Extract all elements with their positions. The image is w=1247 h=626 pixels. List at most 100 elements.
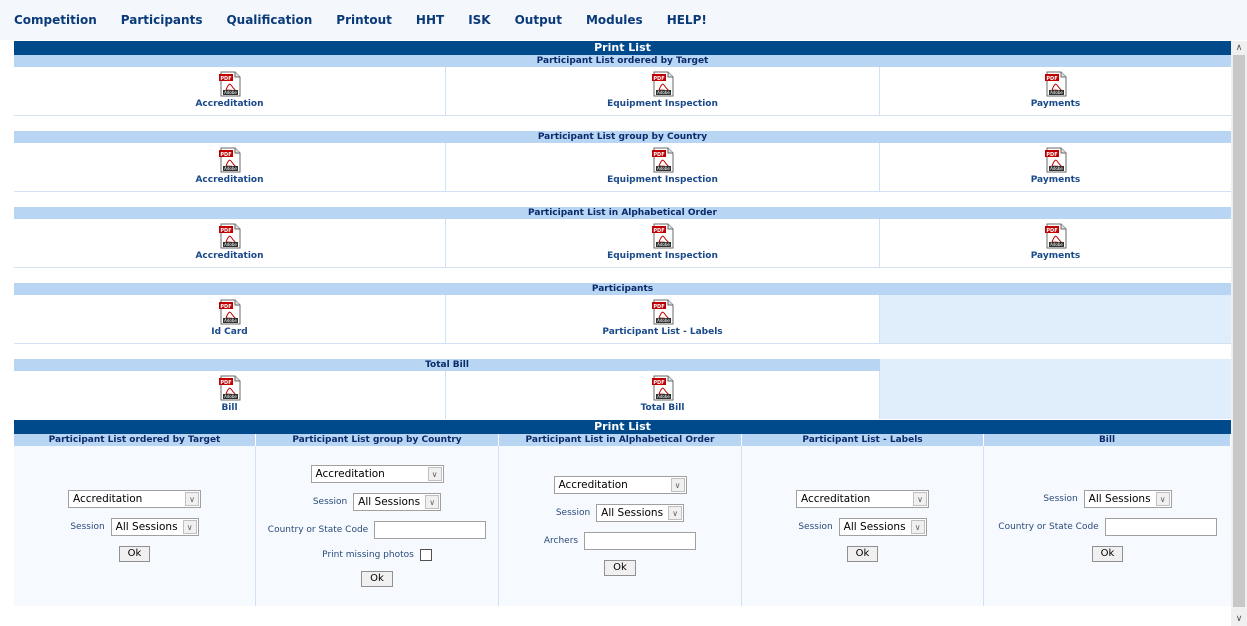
pdf-icon[interactable]: [219, 71, 241, 97]
vertical-scrollbar[interactable]: ∧ ∨: [1231, 41, 1247, 626]
pdf-link-label[interactable]: Equipment Inspection: [607, 175, 718, 185]
menu-help[interactable]: HELP!: [667, 13, 707, 27]
pdf-icon[interactable]: [652, 299, 674, 325]
scroll-down-icon[interactable]: ∨: [1231, 612, 1247, 626]
pdf-link-payments[interactable]: Payments: [880, 67, 1231, 115]
session-label: Session: [555, 508, 591, 518]
pdf-icon[interactable]: [652, 147, 674, 173]
pdf-link-label[interactable]: Equipment Inspection: [607, 99, 718, 109]
menu-isk[interactable]: ISK: [468, 13, 490, 27]
pdf-link-id-card[interactable]: Id Card: [14, 295, 446, 343]
session-select-value: All Sessions: [601, 507, 664, 519]
session-label: Session: [312, 497, 348, 507]
session-label: Session: [798, 522, 833, 532]
section-heading: Participant List in Alphabetical Order: [14, 207, 1231, 219]
pdf-link-label[interactable]: Payments: [1031, 99, 1081, 109]
pdf-link-total-bill[interactable]: Total Bill: [446, 371, 880, 419]
report-select[interactable]: Accreditation ∨: [68, 490, 201, 508]
pdf-link-label[interactable]: Bill: [221, 403, 237, 413]
report-select-value: Accreditation: [315, 468, 385, 480]
print-list-content: Print List Participant List ordered by T…: [14, 41, 1231, 626]
section-spacer: [14, 191, 1231, 207]
ok-button[interactable]: Ok: [846, 546, 879, 562]
missing-photos-checkbox[interactable]: [419, 549, 432, 561]
section-row: Id Card Participant List - Labels: [14, 295, 1231, 343]
pdf-link-label[interactable]: Payments: [1031, 251, 1081, 261]
missing-photos-label: Print missing photos: [322, 550, 414, 560]
pdf-icon[interactable]: [652, 223, 674, 249]
ok-button[interactable]: Ok: [361, 571, 393, 587]
pdf-link-label[interactable]: Payments: [1031, 175, 1081, 185]
report-select[interactable]: Accreditation ∨: [796, 490, 929, 508]
menu-qualification[interactable]: Qualification: [226, 13, 312, 27]
pdf-link-label[interactable]: Total Bill: [641, 403, 685, 413]
form-header: Participant List ordered by Target: [14, 434, 256, 446]
pdf-icon[interactable]: [652, 375, 674, 401]
session-select[interactable]: All Sessions ∨: [1083, 490, 1172, 508]
pdf-link-payments[interactable]: Payments: [880, 143, 1231, 191]
ok-button[interactable]: Ok: [118, 546, 151, 562]
pdf-link-accreditation[interactable]: Accreditation: [14, 67, 446, 115]
pdf-icon[interactable]: [219, 223, 241, 249]
pdf-link-equipment-inspection[interactable]: Equipment Inspection: [446, 143, 880, 191]
pdf-link-label[interactable]: Accreditation: [195, 99, 263, 109]
section-heading: Total Bill: [14, 359, 880, 371]
section-row: Bill Total Bill: [14, 371, 1231, 419]
session-select-value: All Sessions: [843, 521, 906, 533]
section-spacer: [14, 343, 1231, 359]
pdf-link-label[interactable]: Accreditation: [195, 175, 263, 185]
form-country: Accreditation ∨ Session All Sessions ∨ C…: [256, 446, 499, 606]
pdf-link-payments[interactable]: Payments: [880, 219, 1231, 267]
report-select[interactable]: Accreditation ∨: [310, 465, 444, 483]
session-select[interactable]: All Sessions ∨: [353, 493, 442, 511]
pdf-link-label[interactable]: Accreditation: [195, 251, 263, 261]
report-select[interactable]: Accreditation ∨: [553, 476, 687, 494]
country-label: Country or State Code: [998, 522, 1099, 532]
section-row: Accreditation Equipment Inspection Payme…: [14, 143, 1231, 191]
session-select[interactable]: All Sessions ∨: [110, 518, 199, 536]
pdf-link-bill[interactable]: Bill: [14, 371, 446, 419]
form-row: Accreditation ∨ Session All Sessions ∨ O…: [14, 446, 1231, 606]
pdf-link-equipment-inspection[interactable]: Equipment Inspection: [446, 219, 880, 267]
chevron-down-icon: ∨: [913, 492, 927, 506]
menu-competition[interactable]: Competition: [14, 13, 97, 27]
pdf-icon[interactable]: [652, 71, 674, 97]
chevron-down-icon: ∨: [425, 495, 440, 509]
pdf-link-label[interactable]: Id Card: [211, 327, 247, 337]
pdf-link-accreditation[interactable]: Accreditation: [14, 143, 446, 191]
pdf-icon[interactable]: [1045, 71, 1067, 97]
menu-modules[interactable]: Modules: [586, 13, 643, 27]
session-label: Session: [70, 522, 105, 532]
pdf-link-label[interactable]: Equipment Inspection: [607, 251, 718, 261]
pdf-icon[interactable]: [219, 147, 241, 173]
session-select-value: All Sessions: [1088, 493, 1151, 505]
country-input[interactable]: [1104, 518, 1217, 536]
pdf-link-label[interactable]: Participant List - Labels: [602, 327, 722, 337]
pdf-icon[interactable]: [1045, 147, 1067, 173]
menu-hht[interactable]: HHT: [416, 13, 444, 27]
country-input[interactable]: [374, 521, 487, 539]
session-select[interactable]: All Sessions ∨: [838, 518, 927, 536]
menu-participants[interactable]: Participants: [121, 13, 203, 27]
pdf-link-equipment-inspection[interactable]: Equipment Inspection: [446, 67, 880, 115]
scrollbar-thumb[interactable]: [1233, 55, 1245, 607]
ok-button[interactable]: Ok: [1091, 546, 1124, 562]
session-select[interactable]: All Sessions ∨: [596, 504, 685, 522]
print-list-title: Print List: [14, 41, 1231, 55]
section-spacer: [14, 115, 1231, 131]
menu-printout[interactable]: Printout: [336, 13, 392, 27]
form-title: Print List: [14, 420, 1231, 434]
section-row: Accreditation Equipment Inspection Payme…: [14, 67, 1231, 115]
pdf-icon[interactable]: [1045, 223, 1067, 249]
pdf-icon[interactable]: [219, 299, 241, 325]
pdf-link-accreditation[interactable]: Accreditation: [14, 219, 446, 267]
form-header: Participant List - Labels: [742, 434, 984, 446]
pdf-icon[interactable]: [219, 375, 241, 401]
menu-output[interactable]: Output: [515, 13, 562, 27]
archers-input[interactable]: [584, 532, 697, 550]
form-header: Participant List group by Country: [256, 434, 499, 446]
ok-button[interactable]: Ok: [604, 560, 636, 576]
scroll-up-icon[interactable]: ∧: [1231, 41, 1247, 55]
pdf-link-participant-labels[interactable]: Participant List - Labels: [446, 295, 880, 343]
chevron-down-icon: ∨: [185, 492, 199, 506]
